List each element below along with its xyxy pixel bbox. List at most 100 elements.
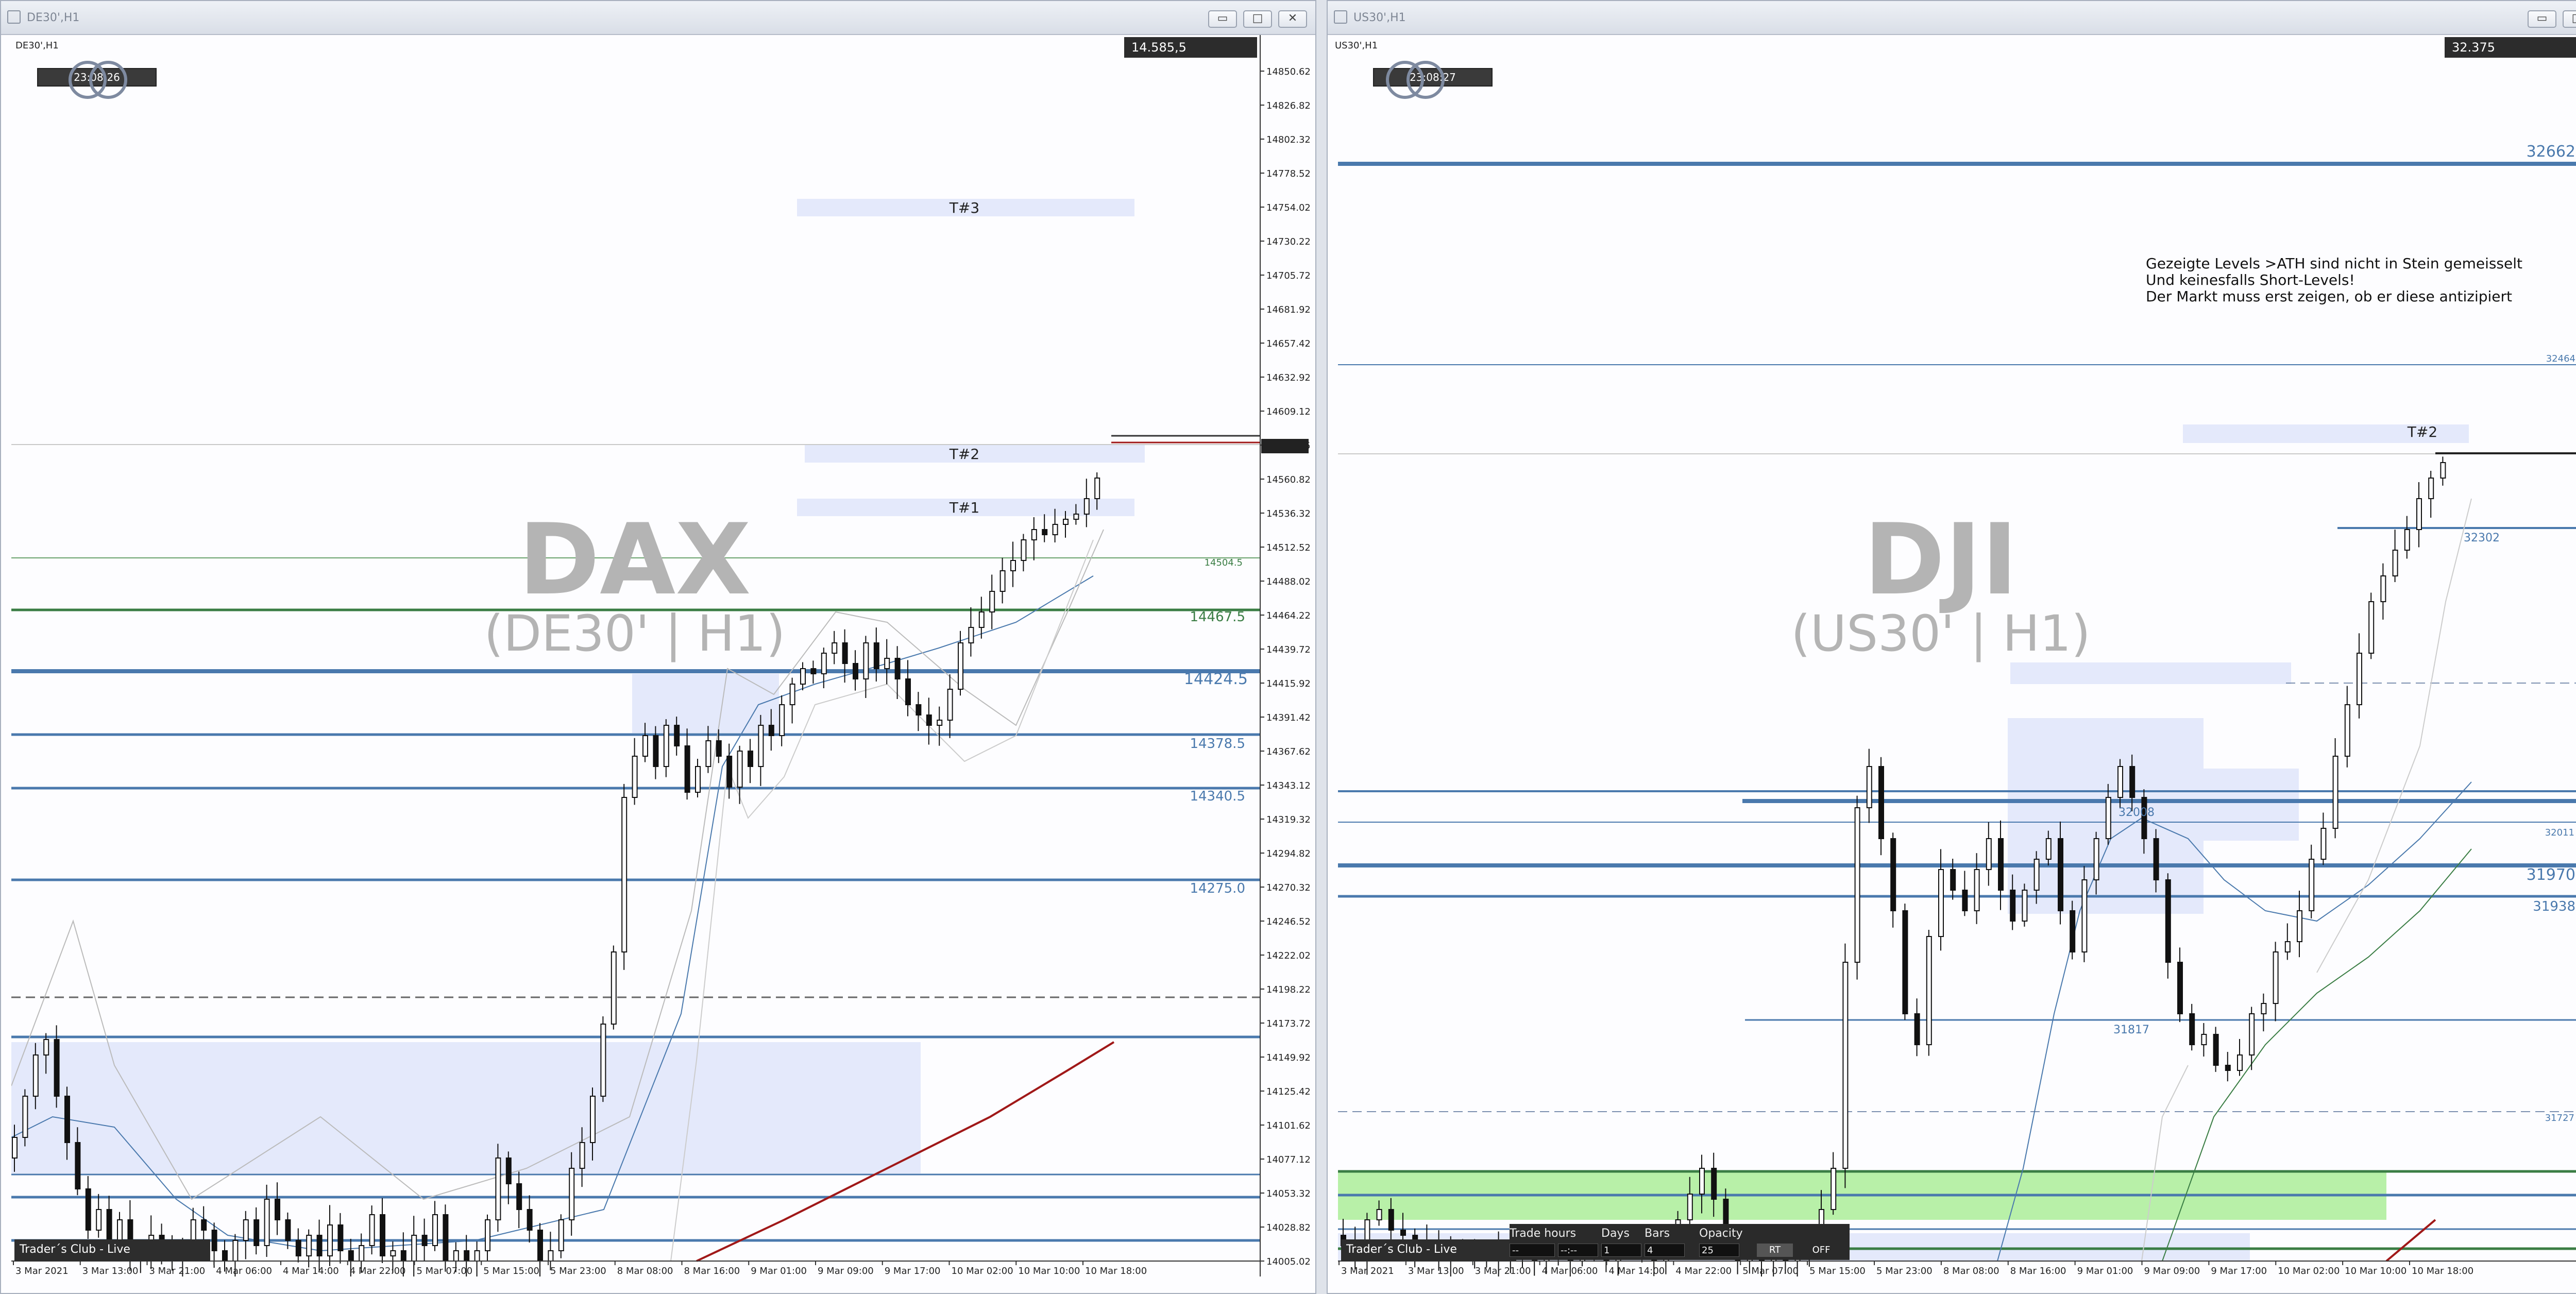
trade-hours-panel[interactable]: Trade hours Days Bars Opacity -- --:-- 1… [1510, 1224, 1850, 1260]
candle-body [695, 766, 701, 793]
candle-body [1073, 514, 1079, 520]
time-axis-label: 10 Mar 18:00 [2412, 1266, 2473, 1276]
dax-chart-window[interactable]: DE30',H1 ▭ □ ✕ 14504.5 14467.5 14424.5 1… [0, 0, 1316, 1294]
chart-watermark: DJI (US30' | H1) [1755, 511, 2126, 662]
candle-body [579, 1142, 585, 1169]
trade-hours-from-input[interactable]: -- [1510, 1244, 1555, 1257]
maximize-button[interactable]: □ [2563, 10, 2576, 28]
price-axis-label: 14657.42 [1266, 338, 1310, 349]
price-axis-label: 14319.32 [1266, 814, 1310, 825]
time-axis: 3 Mar 2021 3 Mar 13:00 3 Mar 21:00 4 Mar 06… [13, 1261, 1147, 1276]
candle-body [768, 725, 774, 736]
brand-logo [69, 61, 127, 99]
price-axis-label: 14439.72 [1266, 644, 1310, 655]
current-price-tag [1261, 439, 1309, 453]
candle-body [1890, 838, 1896, 911]
candle-body [705, 740, 711, 767]
candle-body [1376, 1209, 1382, 1220]
dji-chart-window[interactable]: US30',H1 ▭ □ ✕ [1327, 0, 2576, 1294]
candle-body [2201, 1034, 2207, 1045]
candle-body [569, 1168, 575, 1220]
candle-body [64, 1096, 70, 1143]
candle-body [2344, 704, 2350, 757]
candle-body [2189, 1013, 2195, 1045]
off-toggle[interactable]: OFF [1803, 1244, 1839, 1257]
close-button[interactable]: ✕ [1278, 10, 1307, 28]
candle-body [978, 611, 985, 628]
target-label-t2: T#2 [2407, 423, 2437, 440]
candle-body [558, 1219, 564, 1251]
trade-hours-to-input[interactable]: --:-- [1558, 1244, 1598, 1257]
maximize-button[interactable]: □ [1243, 10, 1272, 28]
candle-body [485, 1219, 490, 1251]
days-input[interactable]: 1 [1601, 1244, 1641, 1257]
note-line-3: Der Markt muss erst zeigen, ob er diese … [2146, 288, 2513, 305]
candle-body [1986, 838, 1992, 870]
window-titlebar[interactable]: DE30',H1 ▭ □ ✕ [1, 1, 1315, 35]
time-axis-label: 8 Mar 08:00 [1943, 1266, 1999, 1276]
opacity-input[interactable]: 25 [1699, 1244, 1739, 1257]
candle-body [758, 725, 764, 767]
price-axis-label: 14005.02 [1266, 1256, 1310, 1267]
time-axis-label: 10 Mar 02:00 [952, 1266, 1013, 1276]
candle-body [2225, 1065, 2231, 1071]
candle-body [548, 1250, 554, 1262]
candle-body [369, 1214, 375, 1246]
price-axis-label: 14826.82 [1266, 100, 1310, 111]
candle-body [1974, 869, 1980, 911]
candle-body [96, 1209, 102, 1231]
minimize-button[interactable]: ▭ [1208, 10, 1237, 28]
status-bar[interactable]: Trader´s Club - Live [14, 1239, 210, 1261]
candle-body [1063, 519, 1069, 525]
candle-body [211, 1230, 217, 1251]
symbol-label: US30',H1 [1335, 40, 1378, 51]
candle-body [1699, 1168, 1705, 1195]
candle-body [537, 1230, 543, 1262]
candle-body [894, 658, 901, 679]
watermark-subtitle: (US30' | H1) [1791, 605, 2091, 662]
current-price: 32.375 [2452, 40, 2495, 55]
price-axis-label: 14681.92 [1266, 304, 1310, 315]
candle-body [1962, 890, 1968, 911]
time-axis-label: 5 Mar 07:00 [417, 1266, 473, 1276]
candle-body [306, 1235, 312, 1256]
time-axis-label: 4 Mar 22:00 [350, 1266, 406, 1276]
candle-body [1711, 1168, 1717, 1200]
window-icon [7, 10, 21, 24]
candle-body [684, 745, 690, 793]
status-text: Trader´s Club - Live [1346, 1243, 1457, 1256]
candle-body [600, 1024, 606, 1097]
candle-body [789, 684, 795, 705]
candle-body [999, 570, 1006, 592]
candle-body [2249, 1013, 2255, 1055]
candle-body [1094, 478, 1100, 499]
time-axis-label: 10 Mar 10:00 [2345, 1266, 2406, 1276]
level-label-14340: 14340.5 [1190, 789, 1245, 804]
candle-body [1010, 560, 1016, 571]
candle-body [1998, 838, 2004, 891]
price-axis-label: 14778.52 [1266, 168, 1310, 179]
candle-body [2368, 601, 2375, 654]
bars-input[interactable]: 4 [1645, 1244, 1685, 1257]
candle-body [85, 1188, 91, 1231]
status-bar[interactable]: Trader´s Club - Live [1341, 1239, 1516, 1261]
candle-body [926, 714, 932, 726]
candle-body [2165, 879, 2171, 963]
candle-body [275, 1199, 280, 1220]
candle-body [75, 1142, 81, 1189]
candle-body [2033, 859, 2040, 891]
candle-body [674, 725, 680, 746]
candle-body [2380, 575, 2386, 602]
candle-body [2105, 797, 2111, 839]
rt-button[interactable]: RT [1757, 1244, 1793, 1257]
candle-body [22, 1096, 28, 1138]
minimize-button[interactable]: ▭ [2528, 10, 2556, 28]
price-axis-label: 14246.52 [1266, 916, 1310, 927]
note-line-2: Und keinesfalls Short-Levels! [2146, 271, 2355, 288]
candle-body [1854, 807, 1860, 963]
time-axis-label: 9 Mar 01:00 [751, 1266, 807, 1276]
window-titlebar[interactable]: US30',H1 ▭ □ ✕ [1328, 1, 2576, 35]
candle-body [989, 591, 995, 612]
candle-body [1083, 498, 1090, 515]
candle-body [32, 1054, 39, 1097]
